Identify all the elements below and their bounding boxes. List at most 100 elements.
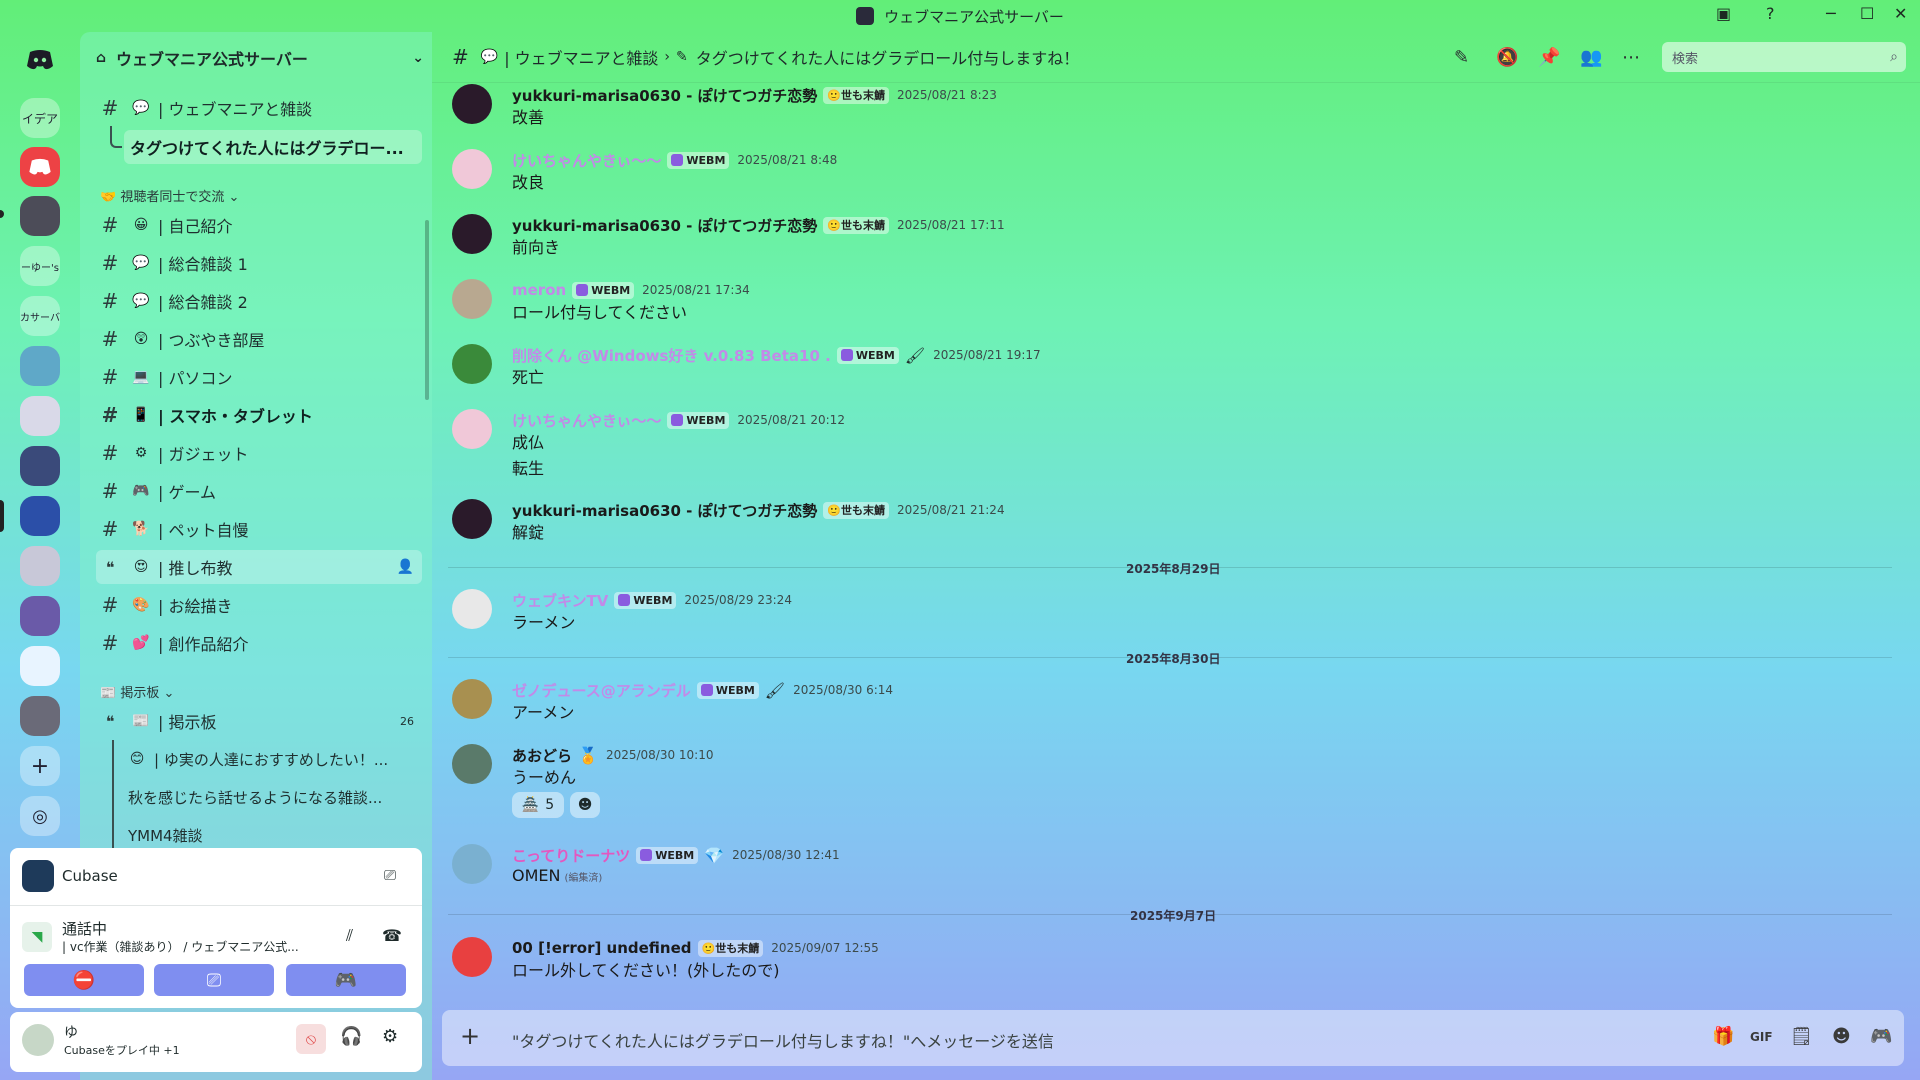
avatar[interactable] xyxy=(452,589,492,629)
channel-game[interactable]: # 🎮 | ゲーム xyxy=(96,474,422,508)
user-name[interactable]: ゆ xyxy=(64,1022,78,1042)
avatar[interactable] xyxy=(452,344,492,384)
gif-icon[interactable]: GIF xyxy=(1750,1030,1773,1044)
server-avatar-selected[interactable] xyxy=(20,496,60,536)
author-name[interactable]: 削除くん @Windows好き v.0.83 Beta10 . xyxy=(512,345,831,366)
message[interactable]: meron WEBM 2025/08/21 17:34 ロール付与してください xyxy=(452,279,1892,322)
server-avatar[interactable] xyxy=(20,546,60,586)
thread-osusume[interactable]: 😊 | ゆ実の人達におすすめしたい！... xyxy=(128,742,422,776)
headphones-icon[interactable]: 🎧 xyxy=(340,1026,362,1047)
message[interactable]: ウェブキンTV WEBM 2025/08/29 23:24 ラーメン xyxy=(452,589,1892,632)
message[interactable]: yukkuri-marisa0630 - ぽけてつガチ恋勢 🙂 世も末鯖 2025/0… xyxy=(452,84,1892,127)
server-header[interactable]: ⌂ ウェブマニア公式サーバー ⌄ xyxy=(96,40,426,76)
avatar[interactable] xyxy=(452,679,492,719)
avatar[interactable] xyxy=(452,409,492,449)
add-reaction-button[interactable]: ☻ xyxy=(570,792,600,818)
author-name[interactable]: yukkuri-marisa0630 - ぽけてつガチ恋勢 xyxy=(512,500,817,521)
channel-jikoshokai[interactable]: # 😀 | 自己紹介 xyxy=(96,208,422,242)
message-input[interactable]: "タグつけてくれた人にはグラデロール付与しますね！"へメッセージを送信 xyxy=(512,1028,1054,1052)
category-board[interactable]: 📰 掲示板 ⌄ xyxy=(100,682,174,701)
threads-icon[interactable]: ✎ xyxy=(1454,47,1469,68)
help-icon[interactable]: ? xyxy=(1766,4,1775,23)
author-name[interactable]: あおどら xyxy=(512,745,572,766)
notification-off-icon[interactable]: 🔕 xyxy=(1496,47,1518,68)
search-input[interactable]: 検索 ⌕ xyxy=(1662,42,1906,72)
server-ka[interactable]: カサーバ xyxy=(20,296,60,336)
stream-icon[interactable]: ⎚ xyxy=(384,866,396,884)
thread-selected[interactable]: タグつけてくれた人にはグラデロー... xyxy=(124,130,422,164)
gift-icon[interactable]: 🎁 xyxy=(1712,1026,1734,1047)
gamepad-icon[interactable]: 🎮 xyxy=(1870,1026,1892,1047)
voice-status[interactable]: 通話中 xyxy=(62,918,107,939)
message[interactable]: けいちゃんやきぃ〜〜 WEBM 2025/08/21 20:12 成仏 転生 xyxy=(452,409,1892,478)
channel-sosaku[interactable]: # 💕 | 創作品紹介 xyxy=(96,626,422,660)
message[interactable]: こってりドーナツ WEBM 💎 2025/08/30 12:41 OMEN (編集済) xyxy=(452,844,1892,885)
author-name[interactable]: こってりドーナツ xyxy=(512,845,630,866)
channel-sumaho[interactable]: # 📱 | スマホ・タブレット xyxy=(96,398,422,432)
server-avatar[interactable] xyxy=(20,196,60,236)
message[interactable]: 削除くん @Windows好き v.0.83 Beta10 . WEBM 🖌 2025… xyxy=(452,344,1892,387)
avatar[interactable] xyxy=(452,149,492,189)
channel-oshi-forum[interactable]: ❝ 😍 | 推し布教 👤 xyxy=(96,550,422,584)
reaction-pill[interactable]: 🏯 5 xyxy=(512,792,564,818)
avatar[interactable] xyxy=(452,499,492,539)
message[interactable]: ゼノデュース@アランデル WEBM 🖌 2025/08/30 6:14 アーメン xyxy=(452,679,1892,722)
channel-sogo2[interactable]: # 💬 | 総合雑談 2 xyxy=(96,284,422,318)
inbox-icon[interactable]: ▣ xyxy=(1716,4,1731,23)
close-button[interactable]: ✕ xyxy=(1894,4,1907,23)
discover-icon[interactable]: ◎ xyxy=(20,796,60,836)
add-member-icon[interactable]: 👤 xyxy=(397,559,414,575)
avatar[interactable] xyxy=(452,214,492,254)
mute-icon[interactable]: ⦸ xyxy=(296,1024,326,1054)
author-name[interactable]: ウェブキンTV xyxy=(512,590,608,611)
message[interactable]: yukkuri-marisa0630 - ぽけてつガチ恋勢 🙂 世も末鯖 2025/0… xyxy=(452,214,1892,257)
avatar[interactable] xyxy=(452,937,492,977)
discord-home-icon[interactable] xyxy=(20,40,60,80)
channel-oekaki[interactable]: # 🎨 | お絵描き xyxy=(96,588,422,622)
avatar[interactable] xyxy=(452,84,492,124)
pin-icon[interactable]: 📌 xyxy=(1538,47,1560,68)
thread-aki[interactable]: 秋を感じたら話せるようになる雑談... xyxy=(128,780,422,814)
channel-tsubuyaki[interactable]: # 😲 | つぶやき部屋 xyxy=(96,322,422,356)
category-viewers[interactable]: 🤝 視聴者同士で交流 ⌄ xyxy=(100,186,239,205)
noise-suppression-icon[interactable]: ⫽ xyxy=(346,926,353,946)
add-attachment-icon[interactable]: + xyxy=(460,1022,480,1050)
channel-breadcrumb[interactable]: | ウェブマニアと雑談 xyxy=(504,45,658,69)
channel-pasokon[interactable]: # 💻 | パソコン xyxy=(96,360,422,394)
sidebar-scrollbar[interactable] xyxy=(425,220,429,400)
discord-server-icon[interactable] xyxy=(20,147,60,187)
maximize-button[interactable]: ☐ xyxy=(1860,4,1874,23)
server-avatar[interactable] xyxy=(20,696,60,736)
add-server-icon[interactable]: + xyxy=(20,746,60,786)
server-avatar[interactable] xyxy=(20,396,60,436)
activity-button[interactable]: 🎮 xyxy=(286,964,406,996)
thread-ymm4[interactable]: YMM4雑談 xyxy=(128,818,422,852)
author-name[interactable]: けいちゃんやきぃ〜〜 xyxy=(512,410,661,431)
connection-icon[interactable]: ◥ xyxy=(22,922,52,952)
server-avatar[interactable] xyxy=(20,346,60,386)
voice-channel[interactable]: | vc作業（雑談あり） / ウェブマニア公式... xyxy=(62,938,322,955)
message[interactable]: あおどら 🏅 2025/08/30 10:10 うーめん 🏯 5 ☻ xyxy=(452,744,1892,820)
channel-sogo1[interactable]: # 💬 | 総合雑談 1 xyxy=(96,246,422,280)
minimize-button[interactable]: ─ xyxy=(1826,4,1836,23)
gear-icon[interactable]: ⚙ xyxy=(382,1026,398,1047)
more-icon[interactable]: ⋯ xyxy=(1622,47,1640,68)
screen-share-button[interactable]: ⎚ xyxy=(154,964,274,996)
author-name[interactable]: yukkuri-marisa0630 - ぽけてつガチ恋勢 xyxy=(512,215,817,236)
server-idea[interactable]: イデア xyxy=(20,98,60,138)
disconnect-icon[interactable]: ☎ xyxy=(382,926,402,945)
server-avatar[interactable] xyxy=(20,646,60,686)
author-name[interactable]: 00 [!error] undefined xyxy=(512,939,692,957)
server-yu[interactable]: ーゆー's xyxy=(20,246,60,286)
avatar[interactable] xyxy=(452,744,492,784)
avatar[interactable] xyxy=(22,1024,54,1056)
avatar[interactable] xyxy=(452,279,492,319)
author-name[interactable]: ゼノデュース@アランデル xyxy=(512,680,691,701)
author-name[interactable]: yukkuri-marisa0630 - ぽけてつガチ恋勢 xyxy=(512,85,817,106)
message[interactable]: 00 [!error] undefined 🙂 世も末鯖 2025/09/07 12:… xyxy=(452,937,1892,980)
camera-button[interactable]: ⛔ xyxy=(24,964,144,996)
channel-webmania[interactable]: # 💬 | ウェブマニアと雑談 xyxy=(96,91,422,125)
emoji-icon[interactable]: ☻ xyxy=(1832,1026,1851,1047)
author-name[interactable]: けいちゃんやきぃ〜〜 xyxy=(512,150,661,171)
message[interactable]: けいちゃんやきぃ〜〜 WEBM 2025/08/21 8:48 改良 xyxy=(452,149,1892,192)
